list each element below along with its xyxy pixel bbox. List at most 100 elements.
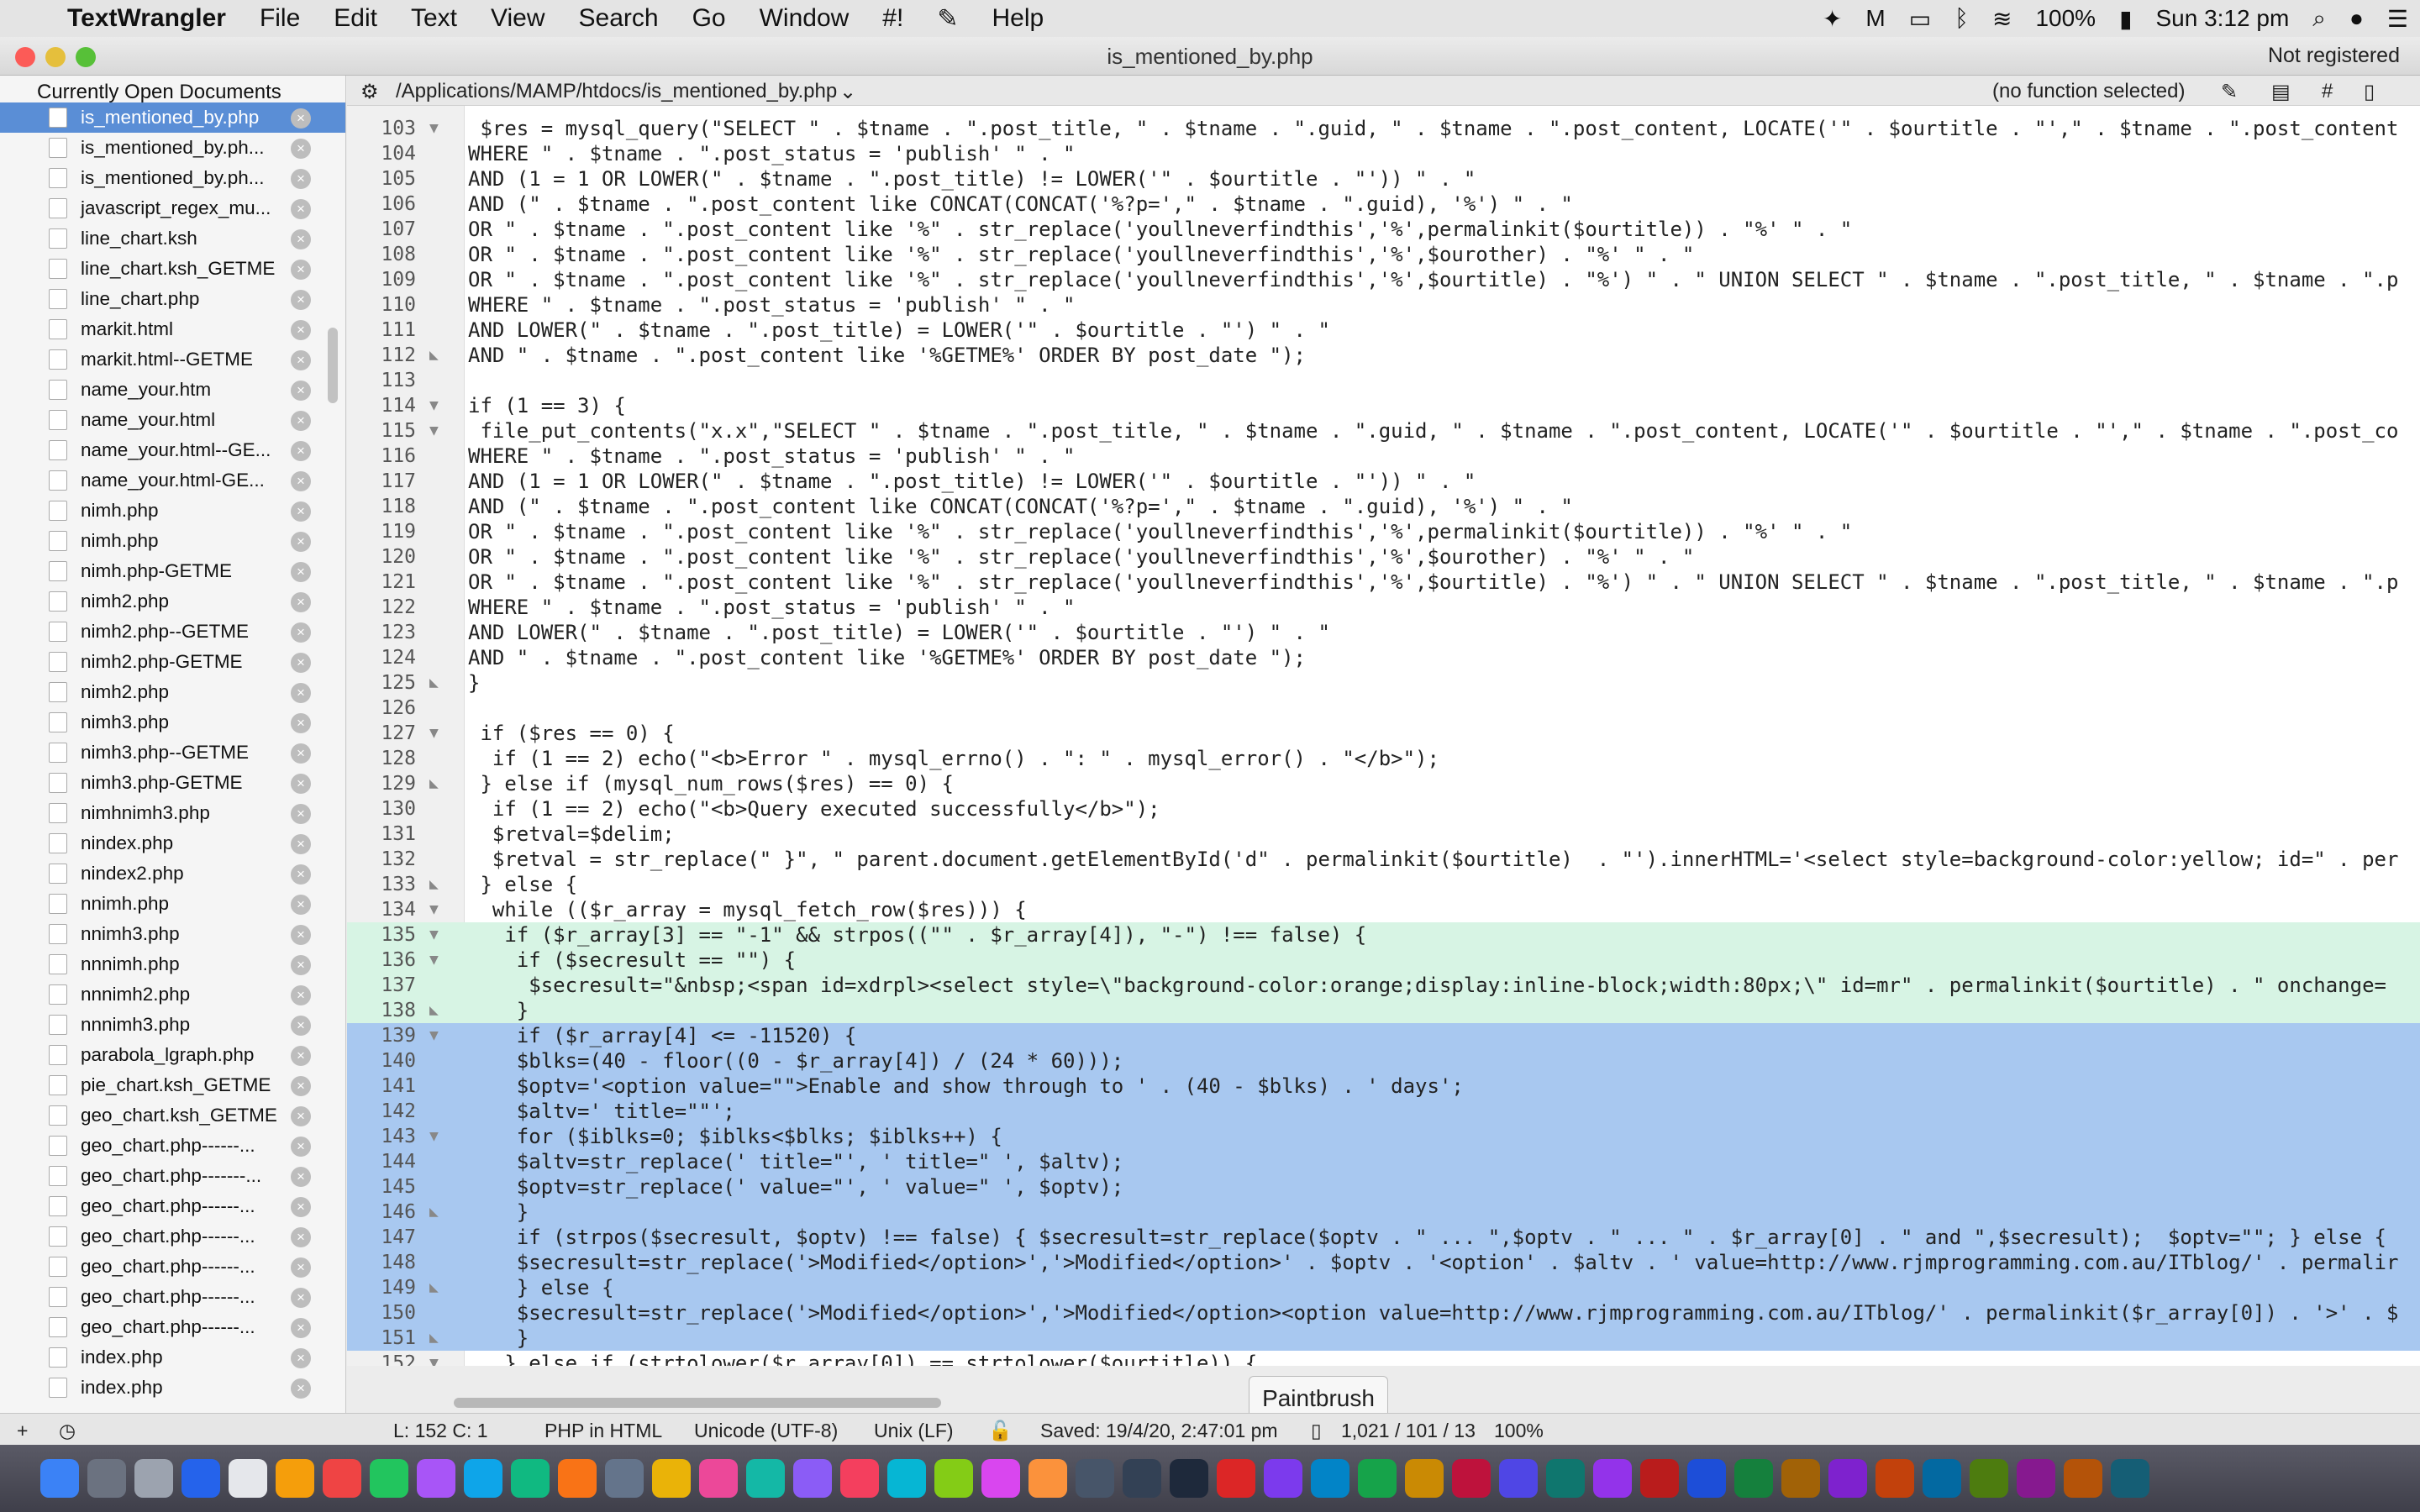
dock-app-icon[interactable] [699,1459,738,1498]
code-line[interactable]: 112 ◣ AND " . $tname . ".post_content like… [347,343,2420,368]
open-document-item[interactable]: index.php × [0,1373,345,1403]
app-menu[interactable]: TextWrangler [50,4,243,33]
dock-app-icon[interactable] [1358,1459,1397,1498]
code-line[interactable]: 110 WHERE " . $tname . ".post_status = 'p… [347,292,2420,318]
dock-app-icon[interactable] [182,1459,220,1498]
menu-window[interactable]: Window [743,4,866,33]
open-document-item[interactable]: nimh2.php × [0,677,345,707]
dock-app-icon[interactable] [793,1459,832,1498]
wifi-icon[interactable]: ≋ [1981,5,2023,33]
code-line[interactable]: 104 WHERE " . $tname . ".post_status = 'p… [347,141,2420,166]
code-line[interactable]: 146 ◣ } [347,1200,2420,1225]
dock-app-icon[interactable] [1876,1459,1914,1498]
open-document-item[interactable]: nimhnimh3.php × [0,798,345,828]
close-document-icon[interactable]: × [291,774,311,794]
code-line[interactable]: 136 ▼ if ($secresult == "") { [347,948,2420,973]
close-document-icon[interactable]: × [291,320,311,340]
close-document-icon[interactable]: × [291,381,311,401]
menu-help[interactable]: Help [975,4,1060,33]
dock-app-icon[interactable] [464,1459,502,1498]
code-line[interactable]: 144 $altv=str_replace(' title="', ' titl… [347,1149,2420,1174]
close-document-icon[interactable]: × [291,471,311,491]
dock-app-icon[interactable] [1640,1459,1679,1498]
fold-toggle-icon[interactable]: ▼ [429,393,439,418]
code-line[interactable]: 140 $blks=(40 - floor((0 - $r_array[4]) … [347,1048,2420,1074]
open-document-item[interactable]: is_mentioned_by.php × [0,102,345,133]
dock-app-icon[interactable] [605,1459,644,1498]
code-line[interactable]: 108 OR " . $tname . ".post_content like '… [347,242,2420,267]
code-line[interactable]: 118 AND (" . $tname . ".post_content like… [347,494,2420,519]
close-document-icon[interactable]: × [291,1046,311,1066]
fold-toggle-icon[interactable]: ▼ [429,948,439,973]
code-line[interactable]: 113 [347,368,2420,393]
open-document-item[interactable]: name_your.html × [0,405,345,435]
fold-toggle-icon[interactable]: ▼ [429,897,439,922]
dock-app-icon[interactable] [934,1459,973,1498]
hash-menu[interactable]: # [2322,80,2333,103]
open-document-item[interactable]: nimh.php × [0,496,345,526]
dock-app-icon[interactable] [1028,1459,1067,1498]
dock-app-icon[interactable] [370,1459,408,1498]
file-path-menu[interactable]: /Applications/MAMP/htdocs/is_mentioned_b… [396,80,837,103]
dock-app-icon[interactable] [276,1459,314,1498]
language-menu[interactable]: PHP in HTML [544,1420,662,1442]
dock-app-icon[interactable] [1828,1459,1867,1498]
code-editor[interactable]: 103 ▼ $res = mysql_query("SELECT " . $tna… [347,106,2420,1366]
close-document-icon[interactable]: × [291,955,311,975]
close-document-icon[interactable]: × [291,532,311,552]
close-document-icon[interactable]: × [291,925,311,945]
code-line[interactable]: 127 ▼ if ($res == 0) { [347,721,2420,746]
close-document-icon[interactable]: × [291,229,311,249]
dock-app-icon[interactable] [1452,1459,1491,1498]
code-line[interactable]: 131 $retval=$delim; [347,822,2420,847]
open-document-item[interactable]: nimh3.php-GETME × [0,768,345,798]
open-document-item[interactable]: geo_chart.php------... × [0,1221,345,1252]
menu-edit[interactable]: Edit [317,4,394,33]
encoding-menu[interactable]: Unicode (UTF-8) [694,1420,838,1442]
close-document-icon[interactable]: × [291,743,311,764]
close-document-icon[interactable]: × [291,1106,311,1126]
fold-toggle-icon[interactable]: ◣ [429,1200,439,1225]
code-line[interactable]: 116 WHERE " . $tname . ".post_status = 'p… [347,444,2420,469]
code-line[interactable]: 149 ◣ } else { [347,1275,2420,1300]
dock-app-icon[interactable] [2111,1459,2149,1498]
dock-app-icon[interactable] [87,1459,126,1498]
close-document-icon[interactable]: × [291,169,311,189]
open-document-item[interactable]: line_chart.ksh_GETME × [0,254,345,284]
code-line[interactable]: 148 $secresult=str_replace('>Modified</o… [347,1250,2420,1275]
dock-app-icon[interactable] [1734,1459,1773,1498]
fold-toggle-icon[interactable]: ▼ [429,418,439,444]
open-document-item[interactable]: name_your.htm × [0,375,345,405]
close-document-icon[interactable]: × [291,834,311,854]
sidebar-scrollbar[interactable] [328,328,338,403]
open-document-item[interactable]: geo_chart.php-------... × [0,1161,345,1191]
close-document-icon[interactable]: × [291,199,311,219]
dock-app-icon[interactable] [229,1459,267,1498]
line-endings-menu[interactable]: Unix (LF) [874,1420,954,1442]
open-document-item[interactable]: is_mentioned_by.ph... × [0,133,345,163]
fold-toggle-icon[interactable]: ▼ [429,1351,439,1366]
dock-app-icon[interactable] [1687,1459,1726,1498]
document-stack-icon[interactable]: ▤ [2271,80,2291,104]
dock-app-icon[interactable] [1499,1459,1538,1498]
cursor-position[interactable]: L: 152 C: 1 [393,1420,488,1442]
code-line[interactable]: 114 ▼ if (1 == 3) { [347,393,2420,418]
code-line[interactable]: 120 OR " . $tname . ".post_content like '… [347,544,2420,570]
close-document-icon[interactable]: × [291,653,311,673]
dock-app-icon[interactable] [1123,1459,1161,1498]
code-line[interactable]: 117 AND (1 = 1 OR LOWER(" . $tname . ".po… [347,469,2420,494]
close-document-icon[interactable]: × [291,1076,311,1096]
dock-app-icon[interactable] [40,1459,79,1498]
close-document-icon[interactable]: × [291,1378,311,1399]
add-document-button[interactable]: + [17,1420,28,1442]
open-document-item[interactable]: nimh3.php--GETME × [0,738,345,768]
open-document-item[interactable]: nimh.php-GETME × [0,556,345,586]
dock-app-icon[interactable] [1170,1459,1208,1498]
code-line[interactable]: 150 $secresult=str_replace('>Modified</o… [347,1300,2420,1326]
zoom-level[interactable]: 100% [1494,1420,1544,1442]
code-line[interactable]: 147 if (strpos($secresult, $optv) !== fa… [347,1225,2420,1250]
code-line[interactable]: 128 if (1 == 2) echo("<b>Error " . mysql… [347,746,2420,771]
close-document-icon[interactable]: × [291,1318,311,1338]
open-document-item[interactable]: geo_chart.php------... × [0,1252,345,1282]
open-document-item[interactable]: nnimh3.php × [0,919,345,949]
